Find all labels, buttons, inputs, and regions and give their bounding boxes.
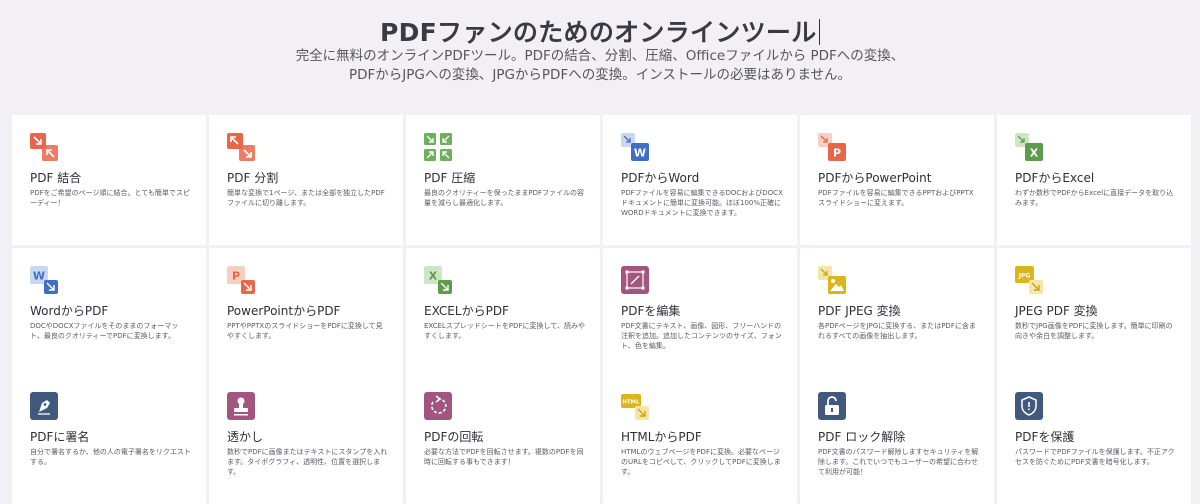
icon-glyph-label: W [33, 270, 45, 283]
tool-card-unlock-pdf[interactable]: PDF ロック解除 PDF文書のパスワード解除しますセキュリティを解除します。こ… [800, 374, 994, 504]
powerpoint-icon: P [227, 266, 255, 294]
tool-name: PDFからWord [621, 171, 700, 185]
tool-description: 各PDFページをJPGに変換する、またはPDFに含まれるすべての画像を抽出します… [818, 322, 976, 340]
tool-description: 数秒でPDFに画像またはテキストにスタンプを入れます。タイポグラフィ、透明性、位… [227, 448, 388, 476]
tool-card-compress[interactable]: PDF 圧縮 最良のクオリティーを保ったままPDFファイルの容量を減らし最適化し… [406, 115, 600, 245]
tool-description: HTMLのウェブページをPDFに変換。必要なページのURLをコピペして、クリック… [621, 448, 781, 476]
tool-name: PDFに署名 [30, 430, 90, 444]
tool-name: PDF 結合 [30, 171, 82, 185]
merge-icon [30, 133, 58, 161]
tool-name: PowerPointからPDF [227, 304, 341, 318]
tool-card-excel-to-pdf[interactable]: X EXCELからPDF EXCELスプレッドシートをPDFに変換して、読みやす… [406, 248, 600, 378]
tool-description: PDF文書にテキスト、画像、図形、フリーハンドの注釈を追加。追加したコンテンツの… [621, 322, 782, 350]
edit-icon [621, 266, 649, 294]
tool-description: PDFをご希望のページ順に結合。とても簡単でスピーディー！ [30, 189, 190, 207]
jpg-icon: JPG [1015, 266, 1043, 294]
tool-name: PDF ロック解除 [818, 430, 906, 444]
tool-card-split[interactable]: PDF 分割 簡単な変換で1ページ、または全部を独立したPDFファイルに切り離し… [209, 115, 403, 245]
word-icon: W [621, 133, 649, 161]
tool-card-sign-pdf[interactable]: PDFに署名 自分で署名するか、他の人の電子署名をリクエストする。 [12, 374, 206, 504]
tool-description: PDFファイルを容易に編集できるDOCおよびDOCXドキュメントに簡単に変換可能… [621, 189, 783, 217]
tool-name: JPEG PDF 変換 [1015, 304, 1098, 318]
tool-description: 簡単な変換で1ページ、または全部を独立したPDFファイルに切り離します。 [227, 189, 385, 207]
tool-name: PDF 圧縮 [424, 171, 476, 185]
html-icon: HTML [621, 394, 649, 420]
tool-name: PDFを保護 [1015, 430, 1075, 444]
tool-card-html-to-pdf[interactable]: HTML HTMLからPDF HTMLのウェブページをPDFに変換。必要なページ… [603, 374, 797, 504]
icon-glyph-label: W [634, 147, 646, 160]
stamp-icon [227, 392, 255, 420]
tool-card-merge[interactable]: PDF 結合 PDFをご希望のページ順に結合。とても簡単でスピーディー！ [12, 115, 206, 245]
word-icon: W [30, 266, 58, 294]
tool-name: PDF 分割 [227, 171, 279, 185]
rotate-icon [424, 392, 452, 420]
tool-card-pdf-to-jpeg[interactable]: PDF JPEG 変換 各PDFページをJPGに変換する、またはPDFに含まれる… [800, 248, 994, 378]
tool-card-jpeg-to-pdf[interactable]: JPG JPEG PDF 変換 数秒でJPG画像をPDFに変換します。簡単に印刷… [997, 248, 1191, 378]
excel-icon: X [424, 266, 452, 294]
unlock-icon [818, 392, 846, 420]
tool-description: 最良のクオリティーを保ったままPDFファイルの容量を減らし最適化します。 [424, 189, 585, 207]
page-title: PDFファンのためのオンラインツール [0, 13, 1200, 49]
tool-description: わずか数秒でPDFからExcelに直接データを取り込みます。 [1015, 189, 1174, 207]
tool-description: DOCやDOCXファイルをそのままのフォーマット、最良のクオリティーでPDFに変… [30, 322, 179, 340]
text-cursor [818, 19, 821, 45]
icon-glyph-label: JPG [1018, 273, 1031, 280]
tool-description: PDFファイルを容易に編集できるPPTおよびPPTXスライドショーに変えます。 [818, 189, 974, 207]
tool-description: PPTやPPTXのスライドショーをPDFに変換して見やすくします。 [227, 322, 383, 340]
tool-name: EXCELからPDF [424, 304, 509, 318]
tool-name: WordからPDF [30, 304, 109, 318]
icon-glyph-label: HTML [622, 400, 640, 406]
tool-description: 数秒でJPG画像をPDFに変換します。簡単に印刷の向きや余白を調整します。 [1015, 322, 1173, 340]
tool-description: 自分で署名するか、他の人の電子署名をリクエストする。 [30, 448, 191, 466]
tool-card-edit-pdf[interactable]: PDFを編集 PDF文書にテキスト、画像、図形、フリーハンドの注釈を追加。追加し… [603, 248, 797, 378]
pen-icon [30, 392, 58, 420]
tool-name: PDFを編集 [621, 304, 681, 318]
powerpoint-icon: P [818, 133, 846, 161]
tool-name: PDF JPEG 変換 [818, 304, 901, 318]
tool-card-rotate-pdf[interactable]: PDFの回転 必要な方法でPDFを回転させます。複数のPDFを同時に回転する事も… [406, 374, 600, 504]
tool-name: 透かし [227, 430, 264, 444]
tool-description: パスワードでPDFファイルを保護します。不正アクセスを防ぐためにPDF文書を暗号… [1015, 448, 1175, 466]
split-icon [227, 133, 255, 161]
shield-icon [1015, 392, 1043, 420]
icon-glyph-label: X [429, 270, 438, 283]
icon-glyph-label: P [232, 270, 240, 283]
tool-card-watermark[interactable]: 透かし 数秒でPDFに画像またはテキストにスタンプを入れます。タイポグラフィ、透… [209, 374, 403, 504]
tool-card-pdf-to-excel[interactable]: X PDFからExcel わずか数秒でPDFからExcelに直接データを取り込み… [997, 115, 1191, 245]
tool-name: PDFからPowerPoint [818, 171, 932, 185]
tool-card-pdf-to-word[interactable]: W PDFからWord PDFファイルを容易に編集できるDOCおよびDOCXドキ… [603, 115, 797, 245]
tool-description: 必要な方法でPDFを回転させます。複数のPDFを同時に回転する事もできます！ [424, 448, 584, 466]
tool-card-protect-pdf[interactable]: PDFを保護 パスワードでPDFファイルを保護します。不正アクセスを防ぐためにP… [997, 374, 1191, 504]
icon-glyph-label: P [833, 147, 841, 160]
image-icon [818, 266, 846, 294]
tool-description: EXCELスプレッドシートをPDFに変換して、読みやすくします。 [424, 322, 585, 340]
tool-name: PDFの回転 [424, 430, 484, 444]
excel-icon: X [1015, 133, 1043, 161]
tool-name: PDFからExcel [1015, 171, 1095, 185]
icon-glyph-label: X [1030, 147, 1039, 160]
tool-name: HTMLからPDF [621, 430, 702, 444]
compress-icon [424, 133, 452, 161]
tool-card-powerpoint-to-pdf[interactable]: P PowerPointからPDF PPTやPPTXのスライドショーをPDFに変… [209, 248, 403, 378]
tool-description: PDF文書のパスワード解除しますセキュリティを解除します。これでいつでもユーザー… [818, 448, 979, 476]
page-subtitle-line1: 完全に無料のオンラインPDFツール。PDFの結合、分割、圧縮、Officeファイ… [295, 48, 905, 64]
tool-card-word-to-pdf[interactable]: W WordからPDF DOCやDOCXファイルをそのままのフォーマット、最良の… [12, 248, 206, 378]
page-subtitle-line2: PDFからJPGへの変換、JPGからPDFへの変換。インストールの必要はありませ… [348, 67, 852, 83]
tool-card-pdf-to-powerpoint[interactable]: P PDFからPowerPoint PDFファイルを容易に編集できるPPTおよび… [800, 115, 994, 245]
